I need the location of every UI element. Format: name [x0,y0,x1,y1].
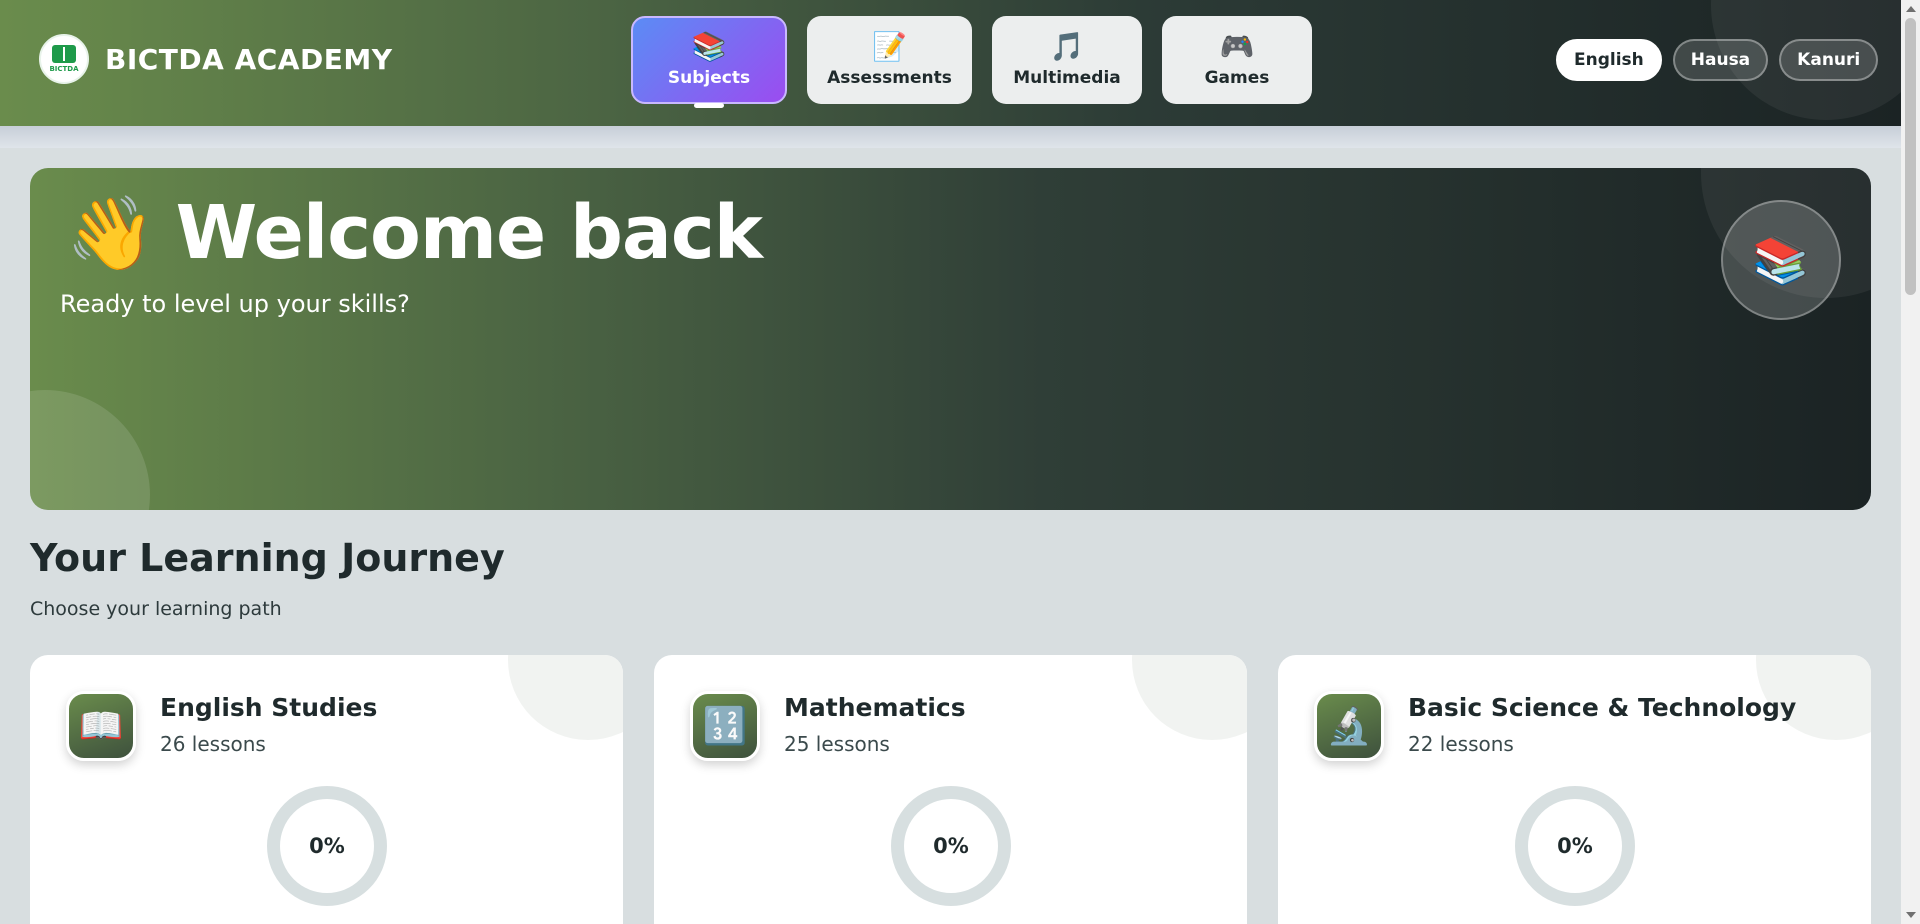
tab-label: Subjects [667,68,751,88]
progress-value: 0% [933,834,969,858]
book-icon [52,45,76,63]
header-divider [0,126,1901,148]
welcome-banner: 👋 Welcome back Ready to level up your sk… [30,168,1871,510]
memo-icon: 📝 [872,30,907,63]
scroll-down-icon[interactable] [1906,912,1916,918]
progress-value: 0% [1557,834,1593,858]
subject-card-basic-science[interactable]: 🔬 Basic Science & Technology 22 lessons … [1278,655,1871,924]
brand-logo-text: BICTDA [49,65,79,73]
scroll-up-icon[interactable] [1906,6,1916,12]
progress-ring: 0% [891,786,1011,906]
language-hausa-button[interactable]: Hausa [1672,39,1769,81]
progress-ring: 0% [267,786,387,906]
subject-title: English Studies [160,693,378,722]
game-controller-icon: 🎮 [1219,30,1255,63]
tab-label: Multimedia [1013,68,1121,88]
books-icon: 📚 [691,30,727,63]
tab-assessments[interactable]: 📝 Assessments [807,16,972,104]
tab-label: Assessments [827,68,952,88]
lesson-count: 22 lessons [1408,732,1514,756]
tab-subjects[interactable]: 📚 Subjects [631,16,787,104]
brand-logo: BICTDA [39,34,89,84]
page-scrollbar[interactable] [1901,0,1920,924]
scroll-thumb[interactable] [1905,18,1916,295]
section-title: Your Learning Journey [30,536,505,580]
language-switcher: English Hausa Kanuri [1556,39,1879,81]
welcome-title: Welcome back [175,190,763,276]
progress-value: 0% [309,834,345,858]
microscope-icon: 🔬 [1314,691,1384,761]
music-note-icon: 🎵 [1049,30,1085,63]
subject-cards: 📖 English Studies 26 lessons 0% 🔢 Mathem… [30,655,1871,924]
open-book-icon: 📖 [66,691,136,761]
language-kanuri-button[interactable]: Kanuri [1779,39,1879,81]
subject-card-mathematics[interactable]: 🔢 Mathematics 25 lessons 0% [654,655,1247,924]
welcome-heading: 👋 Welcome back [66,188,763,278]
lesson-count: 25 lessons [784,732,890,756]
waving-hand-icon: 👋 [66,191,156,275]
top-header: BICTDA BICTDA ACADEMY 📚 Subjects 📝 Asses… [0,0,1901,126]
tab-games[interactable]: 🎮 Games [1162,16,1312,104]
books-icon: 📚 [1721,200,1841,320]
language-english-button[interactable]: English [1556,39,1662,81]
main-nav: 📚 Subjects 📝 Assessments 🎵 Multimedia 🎮 … [631,16,1312,104]
subject-title: Basic Science & Technology [1408,693,1797,722]
section-subtitle: Choose your learning path [30,598,282,620]
welcome-subtitle: Ready to level up your skills? [60,290,410,318]
card-decoration [1132,655,1247,740]
tab-multimedia[interactable]: 🎵 Multimedia [992,16,1142,104]
brand[interactable]: BICTDA BICTDA ACADEMY [39,34,392,84]
progress-ring: 0% [1515,786,1635,906]
tab-label: Games [1204,68,1270,88]
subject-title: Mathematics [784,693,966,722]
brand-name: BICTDA ACADEMY [105,42,393,76]
banner-decoration [30,390,150,510]
numbers-icon: 🔢 [690,691,760,761]
lesson-count: 26 lessons [160,732,266,756]
card-decoration [508,655,623,740]
subject-card-english[interactable]: 📖 English Studies 26 lessons 0% [30,655,623,924]
